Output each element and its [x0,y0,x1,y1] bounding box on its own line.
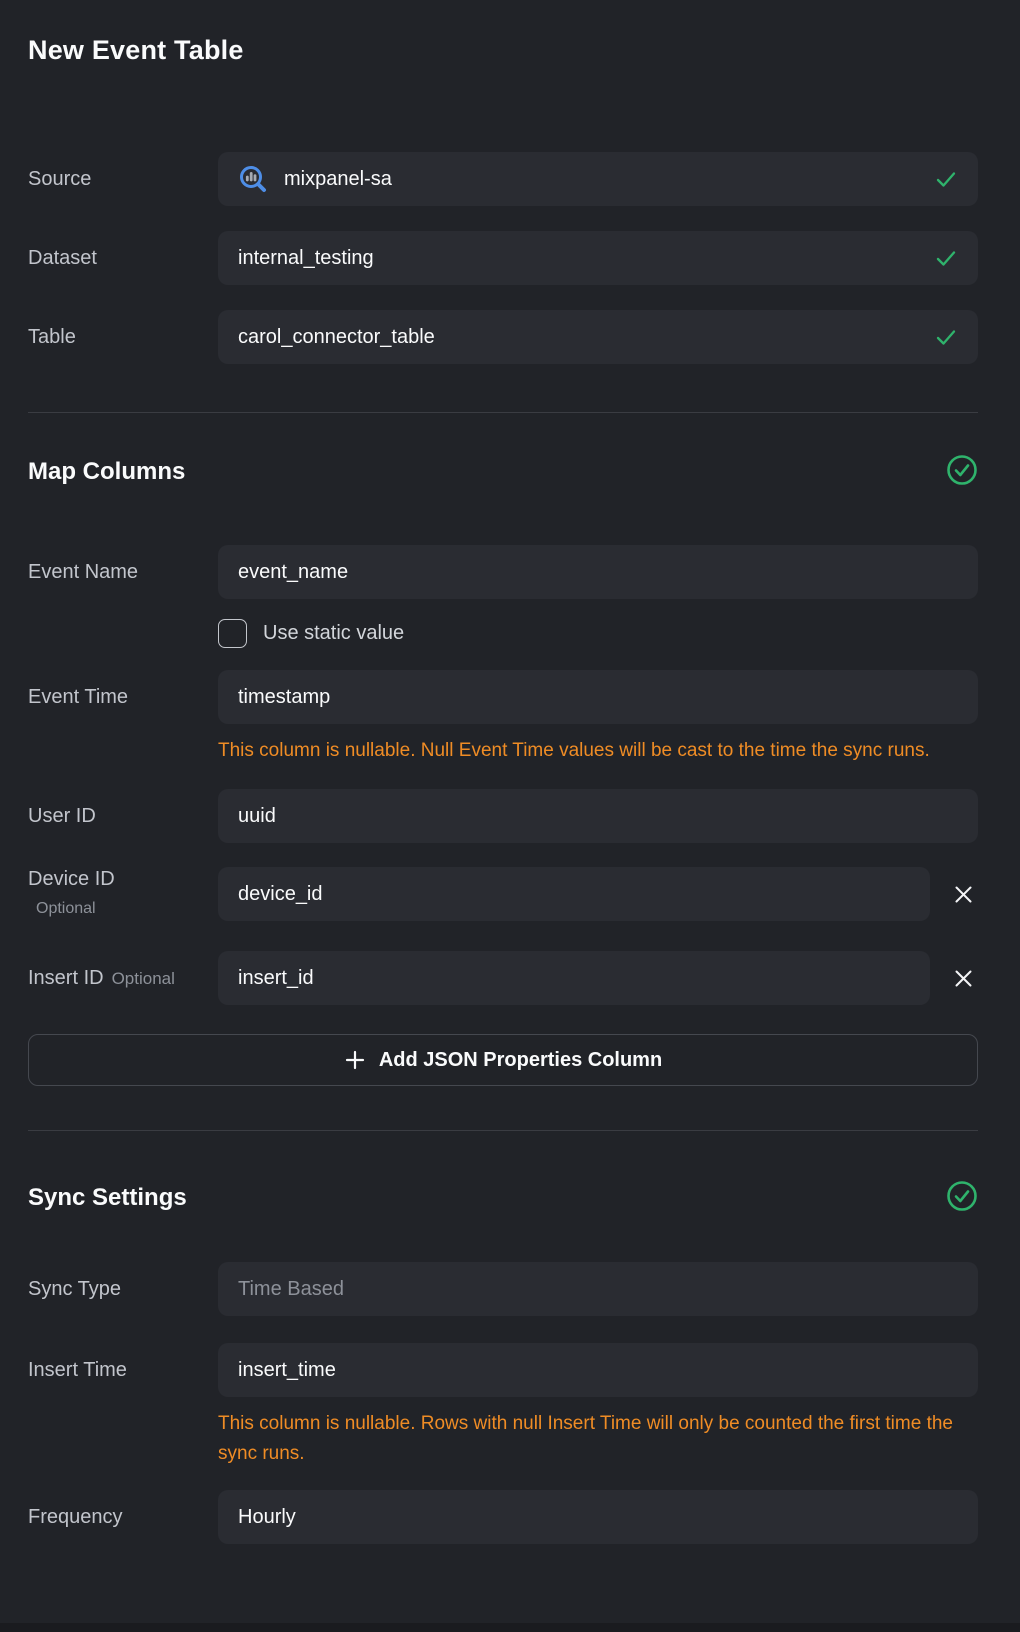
user-id-select[interactable]: uuid [218,789,978,843]
dataset-label: Dataset [28,246,218,270]
source-valid-check-icon [934,167,958,191]
section-divider [28,412,978,413]
device-id-remove-x-icon[interactable] [948,867,978,921]
event-time-nullable-warning: This column is nullable. Null Event Time… [218,736,963,766]
event-name-select[interactable]: event_name [218,545,978,599]
use-static-value-checkbox[interactable] [218,619,247,648]
device-id-label: Device ID [28,868,115,890]
event-name-label: Event Name [28,560,218,584]
bottom-edge-strip [0,1623,1020,1632]
map-columns-heading: Map Columns [28,458,185,486]
event-name-value: event_name [238,561,958,584]
table-value: carol_connector_table [238,326,922,349]
table-label: Table [28,325,218,349]
device-id-optional-label: Optional [28,897,218,921]
event-time-row: Event Time timestamp [28,670,978,724]
user-id-value: uuid [238,805,958,828]
insert-id-value: insert_id [238,967,910,990]
insert-id-optional-label: Optional [112,969,175,988]
insert-id-row: Insert ID Optional insert_id [28,951,978,1005]
source-select[interactable]: mixpanel-sa [218,152,978,206]
event-time-select[interactable]: timestamp [218,670,978,724]
event-name-row: Event Name event_name [28,545,978,599]
device-id-select[interactable]: device_id [218,867,930,921]
dataset-value: internal_testing [238,247,922,270]
event-time-label: Event Time [28,685,218,709]
event-time-value: timestamp [238,686,958,709]
dataset-row: Dataset internal_testing [28,231,978,285]
source-label: Source [28,167,218,191]
add-json-properties-column-button[interactable]: Add JSON Properties Column [28,1034,978,1086]
add-json-properties-column-label: Add JSON Properties Column [379,1049,662,1072]
sync-type-label: Sync Type [28,1277,218,1301]
sync-type-select: Time Based [218,1262,978,1316]
sync-type-row: Sync Type Time Based [28,1262,978,1316]
sync-type-value: Time Based [238,1278,958,1301]
insert-id-label: Insert ID [28,967,104,989]
plus-icon [344,1049,366,1071]
insert-id-remove-x-icon[interactable] [948,951,978,1005]
insert-id-label-group: Insert ID Optional [28,966,218,991]
frequency-select[interactable]: Hourly [218,1490,978,1544]
section-divider [28,1130,978,1131]
sync-settings-heading: Sync Settings [28,1184,187,1212]
device-id-value: device_id [238,883,910,906]
source-value: mixpanel-sa [284,168,922,191]
use-static-value-row: Use static value [218,618,978,648]
dataset-valid-check-icon [934,246,958,270]
source-row: Source mixpanel-sa [28,152,978,206]
frequency-row: Frequency Hourly [28,1490,978,1544]
insert-time-value: insert_time [238,1359,958,1382]
page-title: New Event Table [28,34,978,66]
user-id-row: User ID uuid [28,789,978,843]
insert-id-select[interactable]: insert_id [218,951,930,1005]
use-static-value-label: Use static value [263,622,404,645]
table-select[interactable]: carol_connector_table [218,310,978,364]
frequency-label: Frequency [28,1505,218,1529]
insert-time-label: Insert Time [28,1358,218,1382]
insert-time-nullable-warning: This column is nullable. Rows with null … [218,1409,963,1469]
new-event-table-form: New Event Table Source mixpanel-sa Datas… [0,0,1020,1544]
map-columns-complete-check-circle-icon [946,454,978,491]
table-valid-check-icon [934,325,958,349]
frequency-value: Hourly [238,1506,958,1529]
dataset-select[interactable]: internal_testing [218,231,978,285]
map-columns-heading-row: Map Columns [28,455,978,489]
sync-settings-complete-check-circle-icon [946,1180,978,1217]
source-magnifier-chart-icon [238,164,268,194]
user-id-label: User ID [28,804,218,828]
sync-settings-heading-row: Sync Settings [28,1181,978,1215]
insert-time-row: Insert Time insert_time [28,1343,978,1397]
device-id-label-group: Device ID Optional [28,867,218,921]
table-row: Table carol_connector_table [28,310,978,364]
device-id-row: Device ID Optional device_id [28,867,978,921]
insert-time-select[interactable]: insert_time [218,1343,978,1397]
